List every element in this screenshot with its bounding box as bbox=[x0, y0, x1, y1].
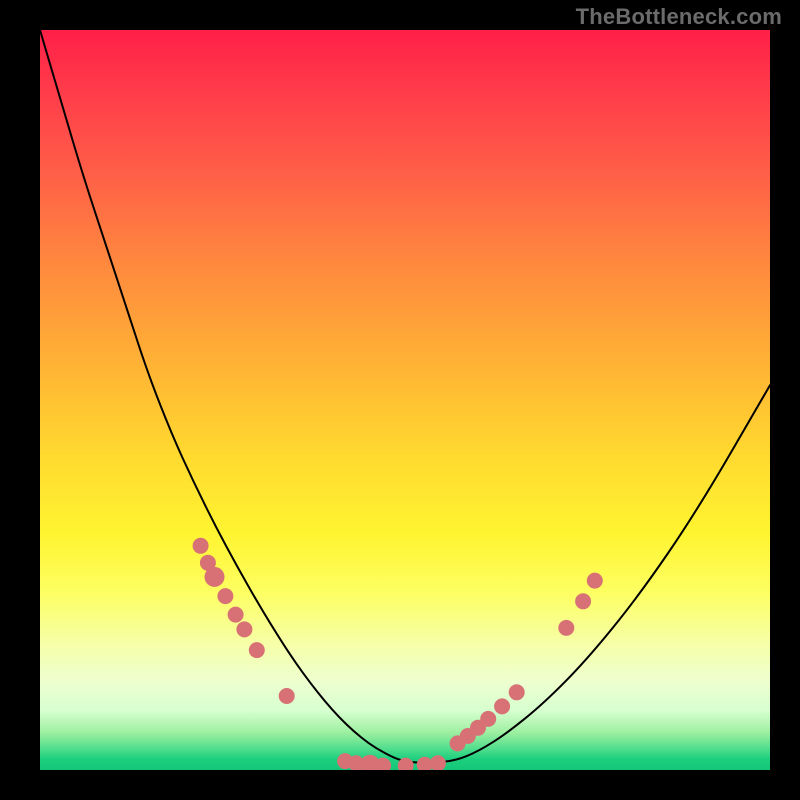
marker-dot bbox=[205, 567, 225, 587]
marker-dot bbox=[480, 711, 496, 727]
plot-area bbox=[40, 30, 770, 770]
attribution-label: TheBottleneck.com bbox=[576, 4, 782, 30]
chart-svg bbox=[40, 30, 770, 770]
marker-dot bbox=[587, 573, 603, 589]
marker-dot bbox=[279, 688, 295, 704]
marker-dot bbox=[430, 755, 446, 770]
marker-dot bbox=[494, 698, 510, 714]
marker-dot bbox=[236, 621, 252, 637]
marker-dot bbox=[575, 593, 591, 609]
marker-dot bbox=[558, 620, 574, 636]
marker-dot bbox=[249, 642, 265, 658]
marker-dots bbox=[193, 538, 603, 770]
marker-dot bbox=[509, 684, 525, 700]
marker-dot bbox=[228, 607, 244, 623]
marker-dot bbox=[193, 538, 209, 554]
marker-dot bbox=[217, 588, 233, 604]
bottleneck-curve bbox=[40, 30, 770, 763]
app-frame: TheBottleneck.com bbox=[0, 0, 800, 800]
